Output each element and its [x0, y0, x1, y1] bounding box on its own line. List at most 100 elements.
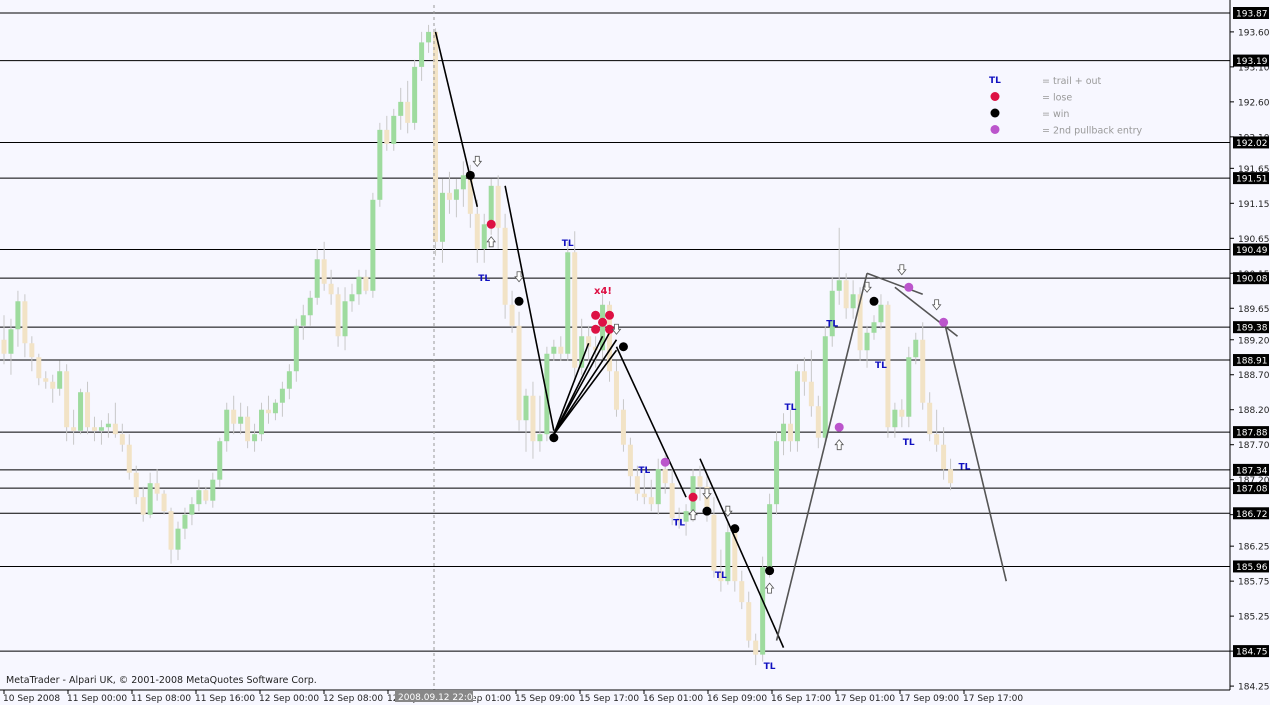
- tl-marker: TL: [784, 403, 796, 413]
- candle-body: [147, 483, 153, 515]
- legend-label: = 2nd pullback entry: [1042, 126, 1143, 137]
- candle-body: [224, 409, 230, 442]
- candle-body: [906, 357, 912, 417]
- candle-body: [57, 371, 63, 389]
- legend-tl-symbol: TL: [989, 76, 1001, 86]
- candle-body: [843, 280, 849, 309]
- time-tick-label: 11 Sep 00:00: [67, 694, 127, 704]
- signal-win-dot: [549, 433, 559, 443]
- signal-win-dot: [730, 524, 740, 534]
- signal-win-dot: [514, 296, 524, 306]
- price-tick-label: 185.25: [1238, 613, 1270, 623]
- time-tick-label: 11 Sep 16:00: [195, 694, 255, 704]
- legend-dot: [990, 108, 1000, 118]
- tl-marker: TL: [562, 239, 574, 249]
- candle-body: [774, 441, 780, 505]
- signal-win-dot: [465, 170, 475, 180]
- level-price-label: 192.02: [1236, 139, 1268, 149]
- level-price-label: 187.08: [1236, 485, 1268, 495]
- candle-body: [481, 224, 487, 249]
- tl-marker: TL: [903, 438, 915, 448]
- signal-lose-dot: [591, 310, 601, 320]
- candle-body: [259, 409, 265, 435]
- legend-label: = win: [1042, 109, 1069, 120]
- candle-body: [349, 294, 355, 302]
- candle-body: [133, 472, 139, 498]
- time-tick-label: 16 Sep 01:00: [643, 694, 703, 704]
- candle-body: [15, 301, 21, 330]
- candle-body: [196, 490, 202, 505]
- candle-body: [530, 395, 536, 442]
- signal-pullback-dot: [660, 457, 670, 467]
- candle-body: [446, 192, 452, 200]
- level-price-label: 185.96: [1236, 563, 1268, 573]
- candle-body: [620, 409, 626, 445]
- candle-body: [711, 514, 717, 571]
- price-tick-label: 191.15: [1238, 200, 1270, 210]
- candle-body: [537, 434, 543, 442]
- candle-body: [627, 444, 633, 477]
- level-price-label: 187.88: [1236, 429, 1268, 439]
- time-tick-label: 16 Sep 17:00: [771, 694, 831, 704]
- candle-body: [140, 497, 146, 515]
- level-price-label: 188.91: [1236, 357, 1268, 367]
- candle-body: [565, 252, 571, 354]
- signal-pullback-dot: [939, 317, 949, 327]
- candle-body: [439, 192, 445, 242]
- price-tick-label: 188.70: [1238, 371, 1270, 381]
- chart-window[interactable]: TL TL TL TL TL TL TL TL TL TL TL x4! TL = trail + o…: [0, 0, 1270, 705]
- time-tick-label: 11 Sep 08:00: [131, 694, 191, 704]
- tl-marker: TL: [958, 463, 970, 473]
- candle-body: [377, 129, 383, 200]
- candle-body: [189, 504, 195, 515]
- candle-body: [808, 381, 814, 407]
- crosshair-time-label: 2008.09.12 22:00: [398, 693, 479, 703]
- candle-body: [64, 371, 70, 428]
- candle-body: [641, 493, 647, 498]
- time-tick-label: 17 Sep 01:00: [835, 694, 895, 704]
- candle-body: [112, 423, 118, 435]
- tl-marker: TL: [875, 361, 887, 371]
- candle-body: [29, 343, 35, 358]
- candle-body: [558, 346, 564, 354]
- level-price-label: 186.72: [1236, 510, 1268, 520]
- candle-body: [613, 371, 619, 410]
- candle-body: [105, 423, 111, 428]
- candle-body: [850, 294, 856, 309]
- tl-marker: TL: [826, 319, 838, 329]
- candle-body: [342, 301, 348, 337]
- candle-body: [913, 339, 919, 358]
- candle-body: [655, 469, 661, 505]
- candle-body: [822, 336, 828, 438]
- candle-body: [669, 483, 675, 519]
- candle-body: [272, 402, 278, 414]
- candle-body: [892, 409, 898, 428]
- price-chart[interactable]: TL TL TL TL TL TL TL TL TL TL TL x4! TL = trail + o…: [0, 0, 1270, 705]
- candle-body: [370, 199, 376, 291]
- candle-body: [314, 259, 320, 298]
- candle-body: [920, 339, 926, 403]
- signal-lose-dot: [605, 310, 615, 320]
- time-tick-label: 12 Sep 08:00: [323, 694, 383, 704]
- signal-win-dot: [618, 342, 628, 352]
- price-tick-label: 189.20: [1238, 336, 1270, 346]
- time-tick-label: 17 Sep 17:00: [963, 694, 1023, 704]
- candle-body: [1, 339, 7, 354]
- candle-body: [753, 640, 759, 655]
- signal-pullback-dot: [904, 282, 914, 292]
- candle-body: [245, 416, 251, 442]
- legend-label: = trail + out: [1042, 76, 1102, 87]
- candle-body: [948, 469, 954, 484]
- candle-body: [453, 189, 459, 200]
- candle-body: [648, 497, 654, 505]
- candle-body: [238, 416, 244, 424]
- candle-body: [126, 444, 132, 473]
- candle-body: [488, 185, 494, 225]
- price-tick-label: 187.70: [1238, 441, 1270, 451]
- chart-background: [0, 0, 1270, 705]
- candle-body: [516, 325, 522, 421]
- signal-win-dot: [765, 566, 775, 576]
- signal-win-dot: [702, 506, 712, 516]
- candle-body: [398, 101, 404, 116]
- level-price-label: 193.87: [1236, 10, 1268, 20]
